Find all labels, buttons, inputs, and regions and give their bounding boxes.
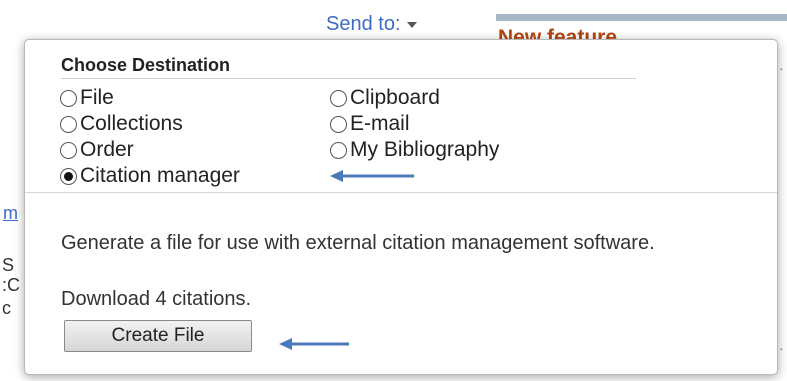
divider [61, 78, 636, 79]
option-label: Clipboard [350, 86, 440, 109]
option-clipboard[interactable]: Clipboard [330, 86, 440, 110]
chevron-down-icon [406, 21, 417, 28]
feature-bar [496, 14, 787, 21]
option-label: Collections [80, 112, 183, 135]
arrow-left-icon [330, 170, 414, 182]
option-my-bibliography[interactable]: My Bibliography [330, 138, 499, 162]
radio-button[interactable] [330, 141, 347, 159]
option-label: Citation manager [80, 164, 240, 187]
option-label: E-mail [350, 112, 410, 135]
choose-destination-dialog: Choose Destination File Clipboard Collec… [24, 39, 778, 375]
send-to-label: Send to: [326, 13, 401, 35]
background-text-fragment: c [2, 298, 11, 318]
option-label: My Bibliography [350, 138, 500, 161]
radio-button[interactable] [60, 141, 77, 159]
radio-button[interactable] [60, 115, 77, 133]
description-text: Generate a file for use with external ci… [61, 232, 655, 254]
option-collections[interactable]: Collections [60, 112, 183, 136]
option-email[interactable]: E-mail [330, 112, 410, 136]
radio-button[interactable] [60, 89, 77, 107]
dialog-title: Choose Destination [61, 55, 231, 75]
radio-button[interactable] [330, 89, 347, 107]
radio-button[interactable] [330, 115, 347, 133]
citation-count: Download 4 citations. [61, 288, 252, 310]
create-file-button[interactable]: Create File [64, 320, 252, 352]
arrow-left-icon [279, 338, 349, 350]
background-link-fragment[interactable]: m [3, 203, 18, 224]
background-edge-mark: · [779, 60, 784, 76]
option-file[interactable]: File [60, 86, 114, 110]
background-text-fragment: :C [2, 275, 20, 295]
section-divider [25, 192, 777, 193]
option-label: Order [80, 138, 134, 161]
option-label: File [80, 86, 114, 109]
option-order[interactable]: Order [60, 138, 134, 162]
background-edge-mark: · [779, 340, 784, 356]
send-to-menu[interactable]: Send to: [326, 13, 417, 36]
option-citation-manager[interactable]: Citation manager [60, 164, 240, 188]
radio-button-selected[interactable] [60, 167, 77, 185]
background-text-fragment: S [2, 255, 15, 275]
